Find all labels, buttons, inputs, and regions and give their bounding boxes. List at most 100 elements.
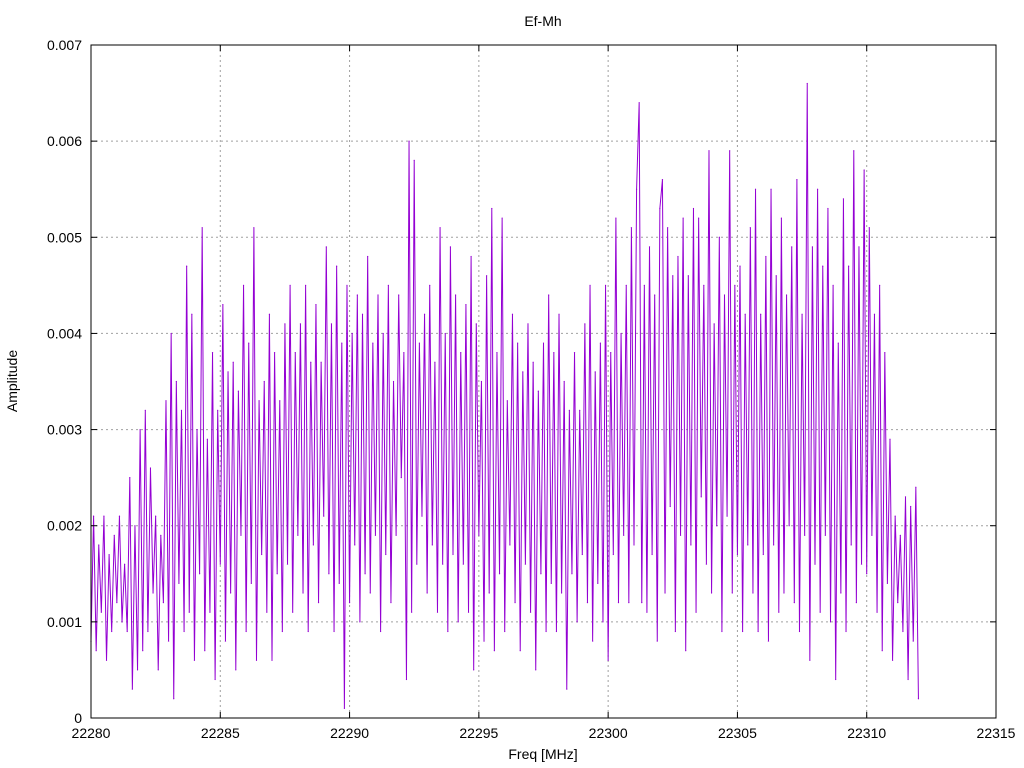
data-point	[374, 534, 377, 536]
data-point	[742, 630, 744, 633]
data-point	[692, 207, 695, 210]
data-point	[785, 294, 788, 296]
data-point	[266, 611, 268, 613]
data-point	[581, 553, 583, 556]
data-point	[669, 505, 671, 508]
data-point	[480, 380, 483, 383]
data-point	[196, 428, 198, 431]
data-point	[423, 313, 426, 315]
data-point	[294, 352, 296, 354]
data-point	[840, 592, 842, 594]
data-point	[467, 611, 470, 613]
data-point	[369, 592, 371, 594]
data-point	[842, 198, 845, 200]
data-point	[178, 582, 180, 585]
data-point	[170, 332, 172, 335]
data-point	[648, 246, 651, 248]
data-point	[105, 659, 108, 661]
data-point	[418, 342, 420, 344]
data-point	[754, 188, 757, 190]
chart: 22280 22285 22290 22295 22300 22305 22310 22315…	[4, 13, 1016, 762]
data-point	[749, 227, 751, 229]
data-point	[553, 352, 555, 354]
data-point	[359, 621, 361, 623]
data-point	[421, 515, 423, 517]
data-point	[806, 82, 808, 85]
data-point	[199, 573, 201, 575]
data-point	[705, 563, 708, 565]
data-point	[498, 573, 501, 575]
data-point	[904, 496, 907, 498]
data-point	[400, 477, 402, 479]
data-point	[509, 544, 511, 546]
data-point	[886, 582, 889, 585]
data-point	[367, 255, 369, 258]
data-point	[310, 361, 312, 363]
data-point	[449, 246, 452, 248]
data-point	[343, 707, 345, 709]
data-point	[757, 630, 759, 633]
data-point	[338, 582, 340, 585]
data-point	[330, 323, 333, 325]
data-point	[879, 284, 881, 286]
data-point	[501, 217, 503, 219]
data-point	[734, 284, 736, 286]
data-point	[863, 169, 865, 171]
data-point	[242, 284, 245, 286]
data-point	[524, 563, 527, 565]
data-point	[147, 630, 149, 633]
data-point	[679, 534, 682, 536]
data-point	[382, 332, 384, 335]
data-point	[829, 621, 832, 623]
data-point	[413, 159, 415, 161]
data-point	[431, 544, 433, 546]
data-point	[592, 640, 594, 642]
data-point	[760, 313, 762, 315]
data-point	[426, 592, 428, 594]
data-point	[136, 669, 139, 671]
data-point	[398, 294, 400, 296]
data-point	[514, 602, 516, 604]
data-point	[98, 544, 100, 546]
data-point	[488, 592, 490, 594]
data-point	[610, 352, 612, 354]
data-point	[457, 621, 459, 623]
data-point	[788, 525, 790, 527]
data-point	[364, 573, 366, 575]
data-point	[762, 553, 764, 556]
data-point	[568, 409, 570, 411]
data-point	[752, 592, 754, 594]
y-tick-label: 0.006	[47, 133, 82, 149]
data-point	[545, 630, 547, 633]
data-point	[103, 515, 105, 517]
data-point	[483, 640, 485, 642]
data-point	[465, 303, 467, 306]
data-point	[881, 650, 883, 652]
data-point	[915, 486, 917, 488]
data-point	[111, 630, 113, 633]
data-point	[470, 255, 472, 258]
data-point	[224, 640, 227, 642]
data-point	[819, 611, 821, 613]
data-point	[149, 467, 152, 469]
y-tick-label: 0.007	[47, 37, 82, 53]
data-point	[289, 284, 291, 286]
x-tick-label: 22280	[72, 725, 111, 741]
data-point	[462, 563, 464, 565]
data-point	[579, 409, 581, 411]
data-point	[736, 553, 739, 556]
data-point	[604, 284, 607, 286]
data-point	[801, 313, 803, 315]
data-point	[868, 227, 870, 229]
data-point	[586, 602, 589, 604]
data-point	[351, 332, 353, 335]
data-point	[439, 227, 441, 229]
data-point	[341, 342, 343, 344]
data-point	[180, 409, 183, 411]
data-point	[167, 640, 170, 642]
data-point	[876, 611, 878, 613]
x-tick-label: 22305	[718, 725, 757, 741]
data-point	[346, 284, 348, 286]
data-point	[713, 323, 715, 325]
data-point	[651, 553, 653, 556]
